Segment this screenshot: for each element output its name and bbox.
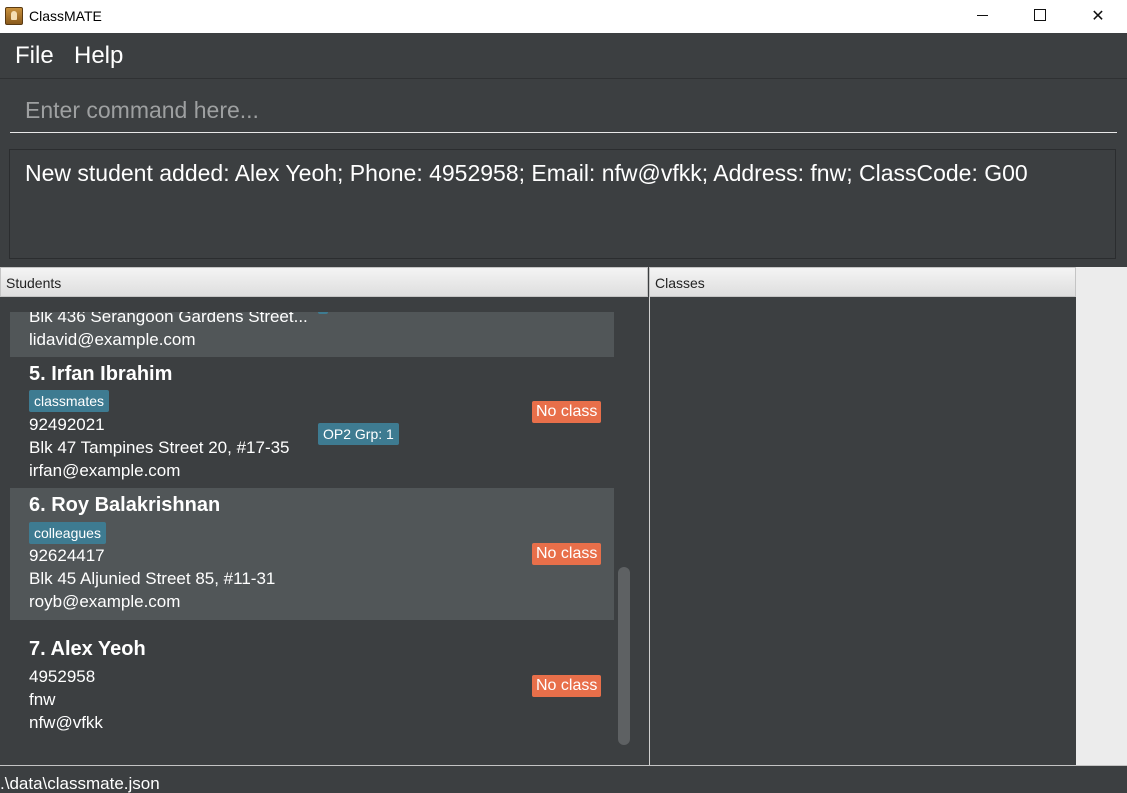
student-address: Blk 45 Aljunied Street 85, #11-31 bbox=[29, 569, 276, 588]
menu-help[interactable]: Help bbox=[74, 42, 123, 70]
app-icon bbox=[5, 7, 23, 25]
student-name: 5. Irfan Ibrahim bbox=[29, 363, 173, 385]
student-address: Blk 47 Tampines Street 20, #17-35 bbox=[29, 438, 290, 457]
command-input[interactable] bbox=[10, 88, 1117, 132]
student-email: lidavid@example.com bbox=[29, 330, 196, 349]
student-address: fnw bbox=[29, 690, 56, 709]
student-phone: 92492021 bbox=[29, 415, 105, 434]
student-card[interactable]: 7. Alex Yeoh 4952958 fnw nfw@vfkk No cla… bbox=[10, 620, 614, 752]
student-tag: classmates bbox=[29, 390, 110, 412]
title-bar: ClassMATE ✕ bbox=[0, 0, 1127, 33]
close-button[interactable]: ✕ bbox=[1069, 0, 1127, 30]
student-card[interactable]: 5. Irfan Ibrahim classmates 92492021 Blk… bbox=[10, 357, 614, 488]
classes-panel[interactable] bbox=[649, 297, 1076, 765]
save-location: .\data\classmate.json bbox=[0, 774, 160, 793]
minimize-button[interactable] bbox=[953, 0, 1011, 30]
student-phone: 4952958 bbox=[29, 667, 96, 686]
status-bar: .\data\classmate.json bbox=[0, 765, 1127, 793]
student-email: royb@example.com bbox=[29, 592, 181, 611]
result-display: New student added: Alex Yeoh; Phone: 495… bbox=[9, 149, 1116, 259]
student-list[interactable]: Blk 436 Serangoon Gardens Street... lida… bbox=[10, 312, 614, 752]
student-address: Blk 436 Serangoon Gardens Street... bbox=[29, 312, 308, 326]
student-list-scrollbar[interactable] bbox=[618, 567, 630, 745]
student-phone: 92624417 bbox=[29, 546, 105, 565]
command-box bbox=[10, 88, 1117, 133]
students-panel-title: Students bbox=[6, 275, 62, 291]
close-icon: ✕ bbox=[1091, 5, 1105, 25]
no-class-badge: No class bbox=[532, 401, 602, 423]
students-panel-header: Students bbox=[0, 267, 648, 297]
student-name: 7. Alex Yeoh bbox=[29, 638, 146, 660]
classes-panel-title: Classes bbox=[655, 275, 705, 291]
right-filler bbox=[1076, 267, 1127, 765]
menu-bar: File Help bbox=[0, 34, 1127, 79]
class-tag bbox=[318, 312, 328, 314]
class-tag: OP2 Grp: 1 bbox=[318, 423, 399, 445]
student-tag: colleagues bbox=[29, 522, 106, 544]
maximize-button[interactable] bbox=[1011, 0, 1069, 30]
menu-file[interactable]: File bbox=[15, 42, 54, 70]
no-class-badge: No class bbox=[532, 543, 602, 565]
students-panel: Blk 436 Serangoon Gardens Street... lida… bbox=[0, 297, 648, 765]
student-email: nfw@vfkk bbox=[29, 713, 103, 732]
student-card[interactable]: 6. Roy Balakrishnan colleagues 92624417 … bbox=[10, 488, 614, 620]
window-title: ClassMATE bbox=[29, 8, 102, 24]
no-class-badge: No class bbox=[532, 675, 602, 697]
student-card[interactable]: Blk 436 Serangoon Gardens Street... lida… bbox=[10, 312, 614, 357]
minimize-icon bbox=[976, 14, 988, 16]
maximize-icon bbox=[1034, 9, 1046, 21]
student-name: 6. Roy Balakrishnan bbox=[29, 494, 221, 516]
student-email: irfan@example.com bbox=[29, 461, 181, 480]
classes-panel-header: Classes bbox=[649, 267, 1076, 297]
result-text: New student added: Alex Yeoh; Phone: 495… bbox=[25, 160, 1028, 186]
